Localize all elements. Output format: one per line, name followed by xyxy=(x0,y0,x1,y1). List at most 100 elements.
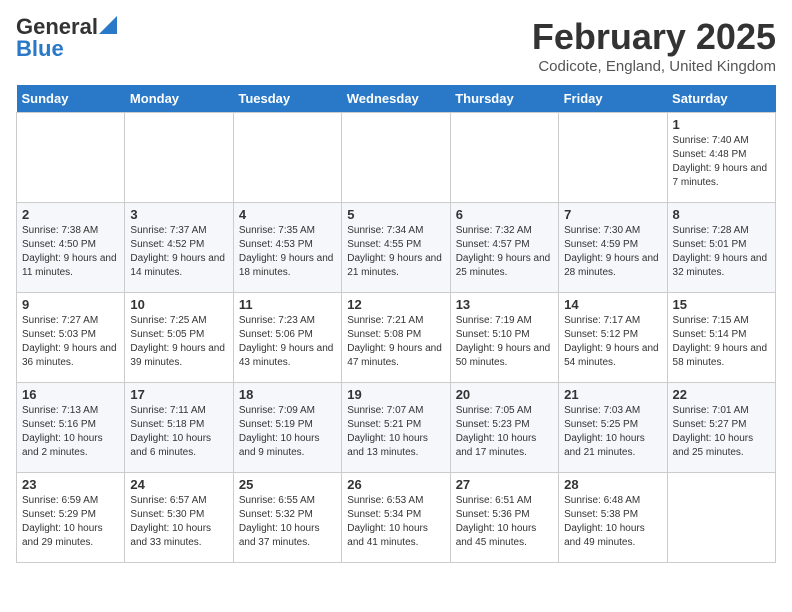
calendar-cell: 18 Sunrise: 7:09 AM Sunset: 5:19 PM Dayli… xyxy=(233,383,341,473)
calendar-title: February 2025 xyxy=(532,16,776,58)
calendar-cell: 15Sunrise: 7:15 AM Sunset: 5:14 PM Dayli… xyxy=(667,293,775,383)
header-day: Wednesday xyxy=(342,85,450,113)
day-number: 11 xyxy=(239,297,336,312)
day-number: 22 xyxy=(673,387,770,402)
calendar-row: 23 Sunrise: 6:59 AM Sunset: 5:29 PM Dayli… xyxy=(17,473,776,563)
calendar-cell xyxy=(559,113,667,203)
day-info: Sunrise: 7:25 AM Sunset: 5:05 PM Dayligh… xyxy=(130,314,227,370)
header: General Blue February 2025 Codicote, Eng… xyxy=(16,16,776,75)
calendar-subtitle: Codicote, England, United Kingdom xyxy=(532,58,776,75)
day-number: 24 xyxy=(130,477,227,492)
day-info: Sunrise: 7:09 AM Sunset: 5:19 PM Dayligh… xyxy=(239,404,336,460)
calendar-cell: 17 Sunrise: 7:11 AM Sunset: 5:18 PM Dayli… xyxy=(125,383,233,473)
day-info: Sunrise: 7:37 AM Sunset: 4:52 PM Dayligh… xyxy=(130,224,227,280)
calendar-cell: 5 Sunrise: 7:34 AM Sunset: 4:55 PM Daylig… xyxy=(342,203,450,293)
day-number: 5 xyxy=(347,207,444,222)
title-area: February 2025 Codicote, England, United … xyxy=(532,16,776,75)
day-number: 23 xyxy=(22,477,119,492)
calendar-cell: 12 Sunrise: 7:21 AM Sunset: 5:08 PM Dayli… xyxy=(342,293,450,383)
calendar-cell: 27 Sunrise: 6:51 AM Sunset: 5:36 PM Dayli… xyxy=(450,473,558,563)
day-info: Sunrise: 6:57 AM Sunset: 5:30 PM Dayligh… xyxy=(130,494,227,550)
day-number: 18 xyxy=(239,387,336,402)
calendar-cell: 1 Sunrise: 7:40 AM Sunset: 4:48 PM Daylig… xyxy=(667,113,775,203)
day-info: Sunrise: 7:11 AM Sunset: 5:18 PM Dayligh… xyxy=(130,404,227,460)
day-info: Sunrise: 6:48 AM Sunset: 5:38 PM Dayligh… xyxy=(564,494,661,550)
calendar-cell: 9Sunrise: 7:27 AM Sunset: 5:03 PM Daylig… xyxy=(17,293,125,383)
day-number: 20 xyxy=(456,387,553,402)
day-number: 6 xyxy=(456,207,553,222)
day-number: 28 xyxy=(564,477,661,492)
day-info: Sunrise: 7:30 AM Sunset: 4:59 PM Dayligh… xyxy=(564,224,661,280)
day-info: Sunrise: 7:32 AM Sunset: 4:57 PM Dayligh… xyxy=(456,224,553,280)
day-info: Sunrise: 7:01 AM Sunset: 5:27 PM Dayligh… xyxy=(673,404,770,460)
calendar-cell: 10 Sunrise: 7:25 AM Sunset: 5:05 PM Dayli… xyxy=(125,293,233,383)
calendar-cell: 21 Sunrise: 7:03 AM Sunset: 5:25 PM Dayli… xyxy=(559,383,667,473)
day-info: Sunrise: 7:28 AM Sunset: 5:01 PM Dayligh… xyxy=(673,224,770,280)
calendar-row: 16 Sunrise: 7:13 AM Sunset: 5:16 PM Dayli… xyxy=(17,383,776,473)
day-info: Sunrise: 6:55 AM Sunset: 5:32 PM Dayligh… xyxy=(239,494,336,550)
calendar-cell: 11 Sunrise: 7:23 AM Sunset: 5:06 PM Dayli… xyxy=(233,293,341,383)
calendar-cell: 6 Sunrise: 7:32 AM Sunset: 4:57 PM Daylig… xyxy=(450,203,558,293)
calendar-cell: 14 Sunrise: 7:17 AM Sunset: 5:12 PM Dayli… xyxy=(559,293,667,383)
calendar-cell: 2Sunrise: 7:38 AM Sunset: 4:50 PM Daylig… xyxy=(17,203,125,293)
day-info: Sunrise: 7:35 AM Sunset: 4:53 PM Dayligh… xyxy=(239,224,336,280)
header-day: Friday xyxy=(559,85,667,113)
calendar-cell: 25 Sunrise: 6:55 AM Sunset: 5:32 PM Dayli… xyxy=(233,473,341,563)
header-day: Tuesday xyxy=(233,85,341,113)
calendar-cell: 20 Sunrise: 7:05 AM Sunset: 5:23 PM Dayli… xyxy=(450,383,558,473)
calendar-cell: 3 Sunrise: 7:37 AM Sunset: 4:52 PM Daylig… xyxy=(125,203,233,293)
day-info: Sunrise: 7:05 AM Sunset: 5:23 PM Dayligh… xyxy=(456,404,553,460)
day-number: 2 xyxy=(22,207,119,222)
day-info: Sunrise: 7:21 AM Sunset: 5:08 PM Dayligh… xyxy=(347,314,444,370)
calendar-cell: 24 Sunrise: 6:57 AM Sunset: 5:30 PM Dayli… xyxy=(125,473,233,563)
day-info: Sunrise: 7:19 AM Sunset: 5:10 PM Dayligh… xyxy=(456,314,553,370)
calendar-cell xyxy=(342,113,450,203)
day-info: Sunrise: 7:17 AM Sunset: 5:12 PM Dayligh… xyxy=(564,314,661,370)
calendar-cell: 8 Sunrise: 7:28 AM Sunset: 5:01 PM Daylig… xyxy=(667,203,775,293)
day-info: Sunrise: 7:34 AM Sunset: 4:55 PM Dayligh… xyxy=(347,224,444,280)
calendar-cell xyxy=(17,113,125,203)
day-number: 17 xyxy=(130,387,227,402)
header-day: Sunday xyxy=(17,85,125,113)
calendar-header: SundayMondayTuesdayWednesdayThursdayFrid… xyxy=(17,85,776,113)
logo: General Blue xyxy=(16,16,117,60)
calendar-body: 1 Sunrise: 7:40 AM Sunset: 4:48 PM Daylig… xyxy=(17,113,776,563)
header-day: Monday xyxy=(125,85,233,113)
day-number: 26 xyxy=(347,477,444,492)
calendar-cell: 23 Sunrise: 6:59 AM Sunset: 5:29 PM Dayli… xyxy=(17,473,125,563)
day-number: 8 xyxy=(673,207,770,222)
day-number: 3 xyxy=(130,207,227,222)
day-number: 16 xyxy=(22,387,119,402)
day-info: Sunrise: 7:40 AM Sunset: 4:48 PM Dayligh… xyxy=(673,134,770,190)
day-info: Sunrise: 6:59 AM Sunset: 5:29 PM Dayligh… xyxy=(22,494,119,550)
day-info: Sunrise: 6:53 AM Sunset: 5:34 PM Dayligh… xyxy=(347,494,444,550)
day-number: 4 xyxy=(239,207,336,222)
calendar-row: 1 Sunrise: 7:40 AM Sunset: 4:48 PM Daylig… xyxy=(17,113,776,203)
day-info: Sunrise: 7:23 AM Sunset: 5:06 PM Dayligh… xyxy=(239,314,336,370)
day-info: Sunrise: 7:27 AM Sunset: 5:03 PM Dayligh… xyxy=(22,314,119,370)
header-row: SundayMondayTuesdayWednesdayThursdayFrid… xyxy=(17,85,776,113)
calendar-cell: 13Sunrise: 7:19 AM Sunset: 5:10 PM Dayli… xyxy=(450,293,558,383)
logo-blue: Blue xyxy=(16,38,64,60)
calendar-cell xyxy=(667,473,775,563)
day-number: 12 xyxy=(347,297,444,312)
day-info: Sunrise: 7:15 AM Sunset: 5:14 PM Dayligh… xyxy=(673,314,770,370)
day-number: 21 xyxy=(564,387,661,402)
day-number: 27 xyxy=(456,477,553,492)
calendar-cell: 4 Sunrise: 7:35 AM Sunset: 4:53 PM Daylig… xyxy=(233,203,341,293)
calendar-cell xyxy=(450,113,558,203)
header-day: Saturday xyxy=(667,85,775,113)
calendar-cell: 7Sunrise: 7:30 AM Sunset: 4:59 PM Daylig… xyxy=(559,203,667,293)
day-info: Sunrise: 7:03 AM Sunset: 5:25 PM Dayligh… xyxy=(564,404,661,460)
day-number: 19 xyxy=(347,387,444,402)
calendar-cell: 26 Sunrise: 6:53 AM Sunset: 5:34 PM Dayli… xyxy=(342,473,450,563)
day-info: Sunrise: 7:13 AM Sunset: 5:16 PM Dayligh… xyxy=(22,404,119,460)
day-info: Sunrise: 7:07 AM Sunset: 5:21 PM Dayligh… xyxy=(347,404,444,460)
calendar-cell xyxy=(233,113,341,203)
day-info: Sunrise: 6:51 AM Sunset: 5:36 PM Dayligh… xyxy=(456,494,553,550)
day-number: 14 xyxy=(564,297,661,312)
day-number: 25 xyxy=(239,477,336,492)
calendar-cell: 19 Sunrise: 7:07 AM Sunset: 5:21 PM Dayli… xyxy=(342,383,450,473)
day-number: 1 xyxy=(673,117,770,132)
day-number: 10 xyxy=(130,297,227,312)
